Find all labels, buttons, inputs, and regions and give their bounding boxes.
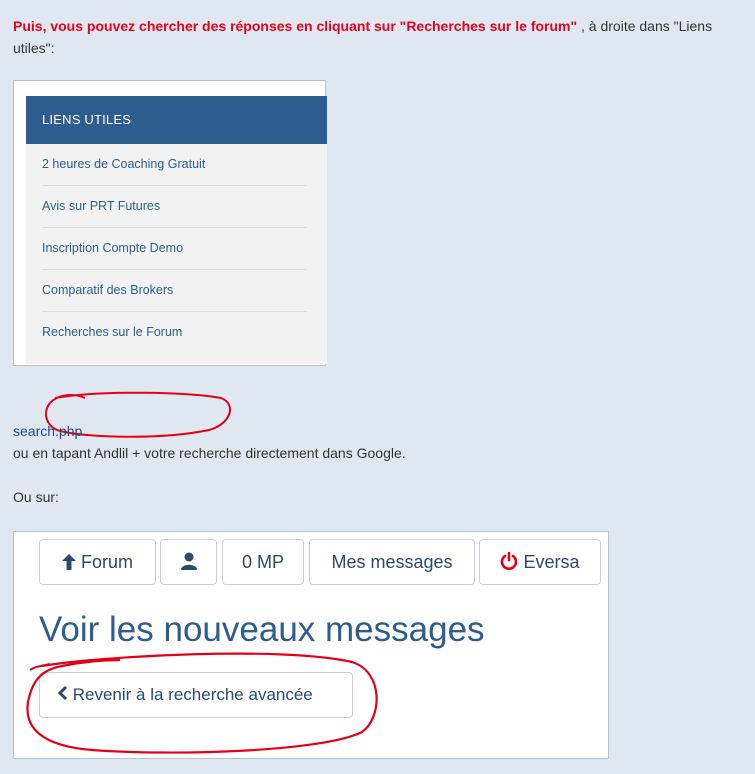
liens-item-inscription[interactable]: Inscription Compte Demo <box>42 228 307 270</box>
forum-tab-label: Forum <box>81 552 134 572</box>
forum-nav-screenshot: Forum 0 MP Mes messages Eversa Voir les … <box>13 531 609 759</box>
mes-messages-tab[interactable]: Mes messages <box>309 539 475 585</box>
liens-item-avis[interactable]: Avis sur PRT Futures <box>42 186 307 228</box>
page-title: Voir les nouveaux messages <box>39 610 485 649</box>
liens-utiles-screenshot: LIENS UTILES 2 heures de Coaching Gratui… <box>13 80 327 438</box>
liens-item-comparatif[interactable]: Comparatif des Brokers <box>42 270 307 312</box>
arrow-up-icon <box>61 554 76 570</box>
intro-highlight: Puis, vous pouvez chercher des réponses … <box>13 18 578 34</box>
user-profile-tab[interactable] <box>160 539 217 585</box>
ou-sur-text: Ou sur: <box>13 489 59 505</box>
user-icon <box>180 552 197 570</box>
intro-rest: , à droite dans "Liens <box>577 18 713 34</box>
liens-utiles-header: LIENS UTILES <box>26 96 327 144</box>
mp-tab[interactable]: 0 MP <box>222 539 304 585</box>
user-logout-label: Eversa <box>523 552 580 572</box>
google-text: ou en tapant Andlil + votre recherche di… <box>13 445 406 461</box>
forum-tab[interactable]: Forum <box>39 539 156 585</box>
liens-utiles-panel: LIENS UTILES 2 heures de Coaching Gratui… <box>26 96 327 364</box>
red-circle-annotation-2 <box>26 652 378 754</box>
intro-continuation: utiles": <box>13 40 55 56</box>
intro-line: Puis, vous pouvez chercher des réponses … <box>13 16 753 36</box>
power-icon <box>501 551 518 570</box>
search-link[interactable]: search.php <box>13 422 82 440</box>
user-logout-tab[interactable]: Eversa <box>479 539 601 585</box>
liens-item-recherches[interactable]: Recherches sur le Forum <box>42 312 307 353</box>
liens-item-coaching[interactable]: 2 heures de Coaching Gratuit <box>42 144 307 186</box>
